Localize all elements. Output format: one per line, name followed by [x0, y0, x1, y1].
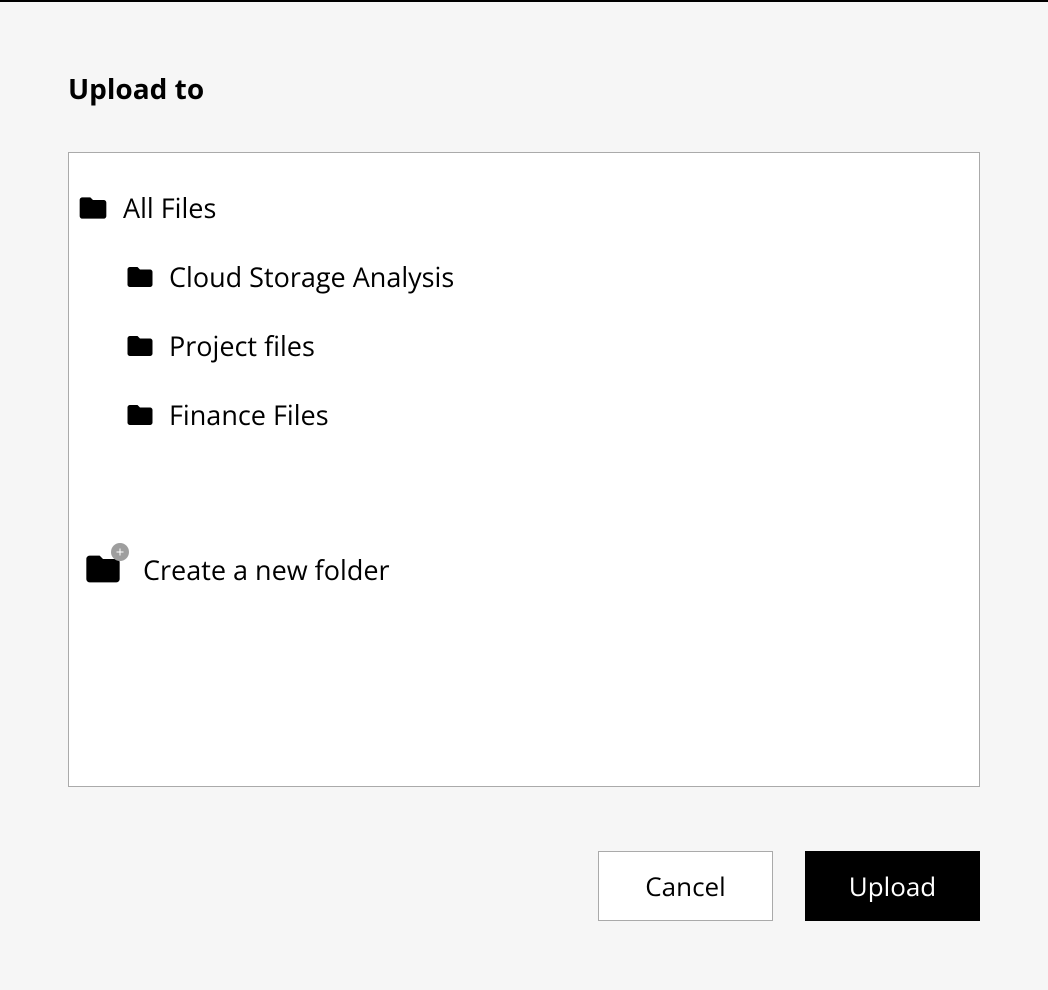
folder-item-cloud-storage-analysis[interactable]: Cloud Storage Analysis	[125, 252, 971, 301]
folder-icon	[125, 262, 155, 292]
folder-tree-panel: All Files Cloud Storage Analysis Project…	[68, 152, 980, 787]
folder-label: Project files	[169, 327, 315, 364]
folder-label: Finance Files	[169, 396, 329, 433]
folder-label: Cloud Storage Analysis	[169, 258, 454, 295]
folder-icon	[125, 331, 155, 361]
folder-item-finance-files[interactable]: Finance Files	[125, 390, 971, 439]
create-new-folder-button[interactable]: Create a new folder	[83, 549, 971, 589]
folder-icon	[125, 400, 155, 430]
folder-tree: All Files Cloud Storage Analysis Project…	[77, 183, 971, 439]
folder-item-project-files[interactable]: Project files	[125, 321, 971, 370]
dialog-title: Upload to	[68, 70, 980, 108]
plus-badge-icon	[111, 543, 129, 561]
folder-plus-icon	[83, 549, 123, 589]
folder-icon	[77, 192, 109, 224]
folder-label: All Files	[123, 189, 216, 226]
upload-button[interactable]: Upload	[805, 851, 980, 921]
folder-item-all-files[interactable]: All Files	[77, 183, 971, 232]
cancel-button[interactable]: Cancel	[598, 851, 773, 921]
dialog-button-row: Cancel Upload	[68, 851, 980, 921]
create-folder-label: Create a new folder	[143, 551, 390, 588]
